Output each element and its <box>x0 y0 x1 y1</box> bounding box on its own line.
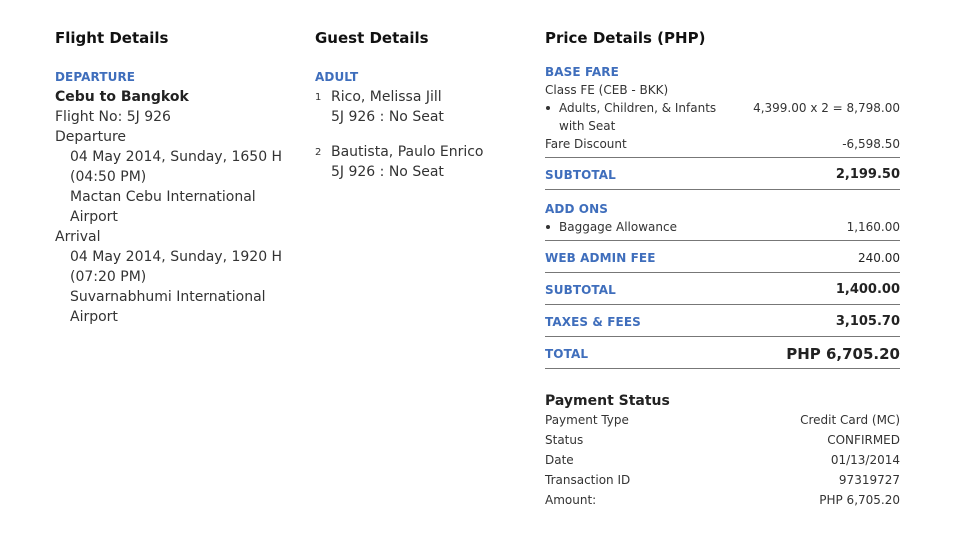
web-admin-fee-row: WEB ADMIN FEE 240.00 <box>545 241 900 272</box>
payment-status-title: Payment Status <box>545 393 670 409</box>
payment-row: Date 01/13/2014 <box>545 450 900 470</box>
price-details-title: Price Details (PHP) <box>545 29 706 47</box>
subtotal-label: SUBTOTAL <box>545 283 616 297</box>
adult-label: ADULT <box>315 70 359 84</box>
subtotal-row: SUBTOTAL 2,199.50 <box>545 158 900 189</box>
flight-number: Flight No: 5J 926 <box>55 109 171 125</box>
total-row: TOTAL PHP 6,705.20 <box>545 337 900 368</box>
departure-airport: Mactan Cebu International Airport <box>70 189 256 225</box>
taxes-fees-value: 3,105.70 <box>835 314 900 329</box>
payment-row: Amount: PHP 6,705.20 <box>545 490 900 510</box>
addons-label: ADD ONS <box>545 202 608 216</box>
status-value: CONFIRMED <box>827 433 900 447</box>
route: Cebu to Bangkok <box>55 89 189 105</box>
guest-number: 1 <box>315 92 322 103</box>
pax-fare-value: 4,399.00 x 2 = 8,798.00 <box>753 101 900 115</box>
guest-item: 1 Rico, Melissa Jill 5J 926 : No Seat <box>315 87 525 127</box>
arrival-date: 04 May 2014, Sunday, 1920 H <box>70 249 283 265</box>
booking-summary-page: Flight Details DEPARTURE Cebu to Bangkok… <box>0 0 976 539</box>
subtotal-label: SUBTOTAL <box>545 168 616 182</box>
flight-details-body: DEPARTURE Cebu to Bangkok Flight No: 5J … <box>55 68 295 327</box>
divider <box>545 368 900 369</box>
amount-value: PHP 6,705.20 <box>819 493 900 507</box>
payment-type-value: Credit Card (MC) <box>800 413 900 427</box>
payment-row: Transaction ID 97319727 <box>545 470 900 490</box>
departure-date: 04 May 2014, Sunday, 1650 H <box>70 149 283 165</box>
baggage-label: Baggage Allowance <box>545 218 839 236</box>
guest-details-column: Guest Details ADULT 1 Rico, Melissa Jill… <box>315 28 525 197</box>
arrival-airport: Suvarnabhumi International Airport <box>70 289 266 325</box>
pax-fare-row: Adults, Children, & Infants with Seat 4,… <box>545 99 900 135</box>
guest-seat: 5J 926 : No Seat <box>331 164 444 180</box>
fare-class: Class FE (CEB - BKK) <box>545 83 669 97</box>
payment-row: Status CONFIRMED <box>545 430 900 450</box>
payment-row: Payment Type Credit Card (MC) <box>545 410 900 430</box>
date-label: Date <box>545 453 574 467</box>
taxes-fees-label: TAXES & FEES <box>545 315 641 329</box>
guest-seat: 5J 926 : No Seat <box>331 109 444 125</box>
transaction-id-label: Transaction ID <box>545 473 631 487</box>
payment-type-label: Payment Type <box>545 413 629 427</box>
flight-details-title: Flight Details <box>55 29 169 47</box>
guest-details-title: Guest Details <box>315 29 429 47</box>
subtotal-value: 1,400.00 <box>835 282 900 297</box>
guest-number: 2 <box>315 147 322 158</box>
total-label: TOTAL <box>545 347 589 361</box>
departure-label: DEPARTURE <box>55 70 136 84</box>
web-admin-fee-value: 240.00 <box>858 251 900 265</box>
price-details-body: BASE FARE Class FE (CEB - BKK) Adults, C… <box>545 63 900 510</box>
taxes-fees-row: TAXES & FEES 3,105.70 <box>545 305 900 336</box>
base-fare-label: BASE FARE <box>545 65 619 79</box>
price-details-column: Price Details (PHP) BASE FARE Class FE (… <box>545 28 900 510</box>
web-admin-fee-label: WEB ADMIN FEE <box>545 251 656 265</box>
fare-discount-label: Fare Discount <box>545 137 627 151</box>
fare-discount-row: Fare Discount -6,598.50 <box>545 135 900 153</box>
baggage-row: Baggage Allowance 1,160.00 <box>545 218 900 236</box>
guest-name: Rico, Melissa Jill <box>331 89 442 105</box>
subtotal-row: SUBTOTAL 1,400.00 <box>545 273 900 304</box>
guest-details-body: ADULT 1 Rico, Melissa Jill 5J 926 : No S… <box>315 68 525 182</box>
status-label: Status <box>545 433 584 447</box>
fare-discount-value: -6,598.50 <box>842 137 900 151</box>
arrival-time: (07:20 PM) <box>70 269 147 285</box>
amount-label: Amount: <box>545 493 597 507</box>
departure-time: (04:50 PM) <box>70 169 147 185</box>
addons-block: ADD ONS Baggage Allowance 1,160.00 <box>545 190 900 236</box>
total-value: PHP 6,705.20 <box>786 345 900 363</box>
transaction-id-value: 97319727 <box>838 473 900 487</box>
subtotal-value: 2,199.50 <box>835 167 900 182</box>
guest-item: 2 Bautista, Paulo Enrico 5J 926 : No Sea… <box>315 142 525 182</box>
baggage-value: 1,160.00 <box>846 220 900 234</box>
guest-name: Bautista, Paulo Enrico <box>331 144 484 160</box>
pax-fare-label: Adults, Children, & Infants with Seat <box>545 99 745 135</box>
arrival-heading: Arrival <box>55 229 101 245</box>
flight-details-column: Flight Details DEPARTURE Cebu to Bangkok… <box>55 28 295 327</box>
departure-heading: Departure <box>55 129 127 145</box>
date-value: 01/13/2014 <box>830 453 900 467</box>
